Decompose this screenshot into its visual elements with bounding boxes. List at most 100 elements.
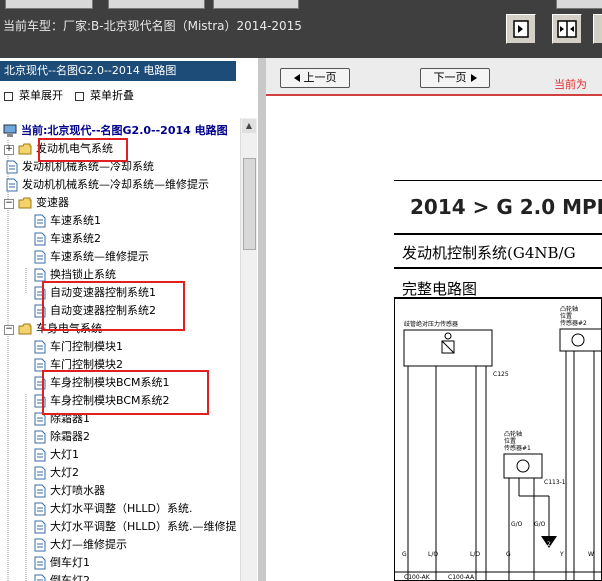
document-icon <box>34 448 46 462</box>
toolbar-tab[interactable] <box>5 0 93 9</box>
tree-item[interactable]: 除霜器2 <box>34 428 90 446</box>
collapse-menu-button[interactable]: 菜单折叠 <box>75 87 134 103</box>
document-icon <box>34 466 46 480</box>
document-icon <box>34 268 46 282</box>
current-page-label: 当前为 <box>554 78 587 91</box>
tree-item-label: 倒车灯1 <box>50 556 90 569</box>
svg-text:位置: 位置 <box>560 312 572 320</box>
connector-label: C125 <box>493 371 509 378</box>
connector-label: C100-AK <box>404 574 431 581</box>
collapse-label: 菜单折叠 <box>90 89 134 102</box>
tree-item-label: 车门控制模块1 <box>50 340 123 353</box>
page-heading: 2014 > G 2.0 MPI <box>410 195 602 219</box>
toolbar-tab[interactable] <box>213 0 299 9</box>
collapse-toggle-icon[interactable]: − <box>4 325 14 335</box>
expand-icon <box>4 91 13 101</box>
tree-item-label: 大灯水平调整（HLLD）系统. <box>50 502 193 515</box>
document-icon <box>34 340 46 354</box>
tree-item-label: 大灯喷水器 <box>50 484 105 497</box>
document-icon <box>34 484 46 498</box>
document-viewer: 上一页 下一页 当前为 2014 > G 2.0 MPI 发动机控制系统(G4N… <box>266 58 602 581</box>
tree-item[interactable]: 大灯水平调整（HLLD）系统. <box>34 500 193 518</box>
scroll-up-icon[interactable]: ▲ <box>242 119 256 133</box>
arrow-right-icon <box>470 74 477 82</box>
document-icon <box>34 538 46 552</box>
tree-item[interactable]: 大灯—维修提示 <box>34 536 127 554</box>
document-icon <box>6 160 18 174</box>
two-page-button[interactable] <box>552 14 582 44</box>
svg-text:W: W <box>588 551 594 558</box>
tree-item[interactable]: 车速系统—维修提示 <box>34 248 149 266</box>
svg-text:G/O: G/O <box>511 521 523 528</box>
document-icon <box>34 250 46 264</box>
tree-item-label: 车速系统2 <box>50 232 101 245</box>
tree-item-label: 车速系统1 <box>50 214 101 227</box>
toolbar-button[interactable] <box>593 14 602 44</box>
collapse-toggle-icon[interactable]: − <box>4 199 14 209</box>
next-page-button[interactable]: 下一页 <box>420 68 490 88</box>
tree-item-label: 倒车灯2 <box>50 574 90 581</box>
current-vehicle-label: 当前车型：厂家:B-北京现代名图（Mistra）2014-2015 <box>3 19 302 33</box>
prev-page-label: 上一页 <box>303 71 337 84</box>
wiring-diagram: 歧管绝对压力传感器 C125 凸轮轴 位置 传感器#2 凸轮轴 位置 传感器#1 <box>394 297 602 581</box>
tree-item-label: 车速系统—维修提示 <box>50 250 149 263</box>
svg-text:凸轮轴: 凸轮轴 <box>504 430 522 438</box>
toolbar-tab[interactable] <box>108 0 205 9</box>
divider <box>394 233 602 235</box>
highlight-box <box>42 370 209 415</box>
tree-item[interactable]: 大灯2 <box>34 464 79 482</box>
document-icon <box>34 214 46 228</box>
tree-item[interactable]: 发动机机械系统—冷却系统—维修提示 <box>6 176 209 194</box>
tree-item-label: 发动机机械系统—冷却系统—维修提示 <box>22 178 209 191</box>
connector-label: C113-1 <box>544 479 566 486</box>
tree-item-label: 除霜器2 <box>50 430 90 443</box>
next-page-label: 下一页 <box>433 71 467 84</box>
highlight-box <box>42 281 185 331</box>
svg-text:L/O: L/O <box>428 551 438 558</box>
tree-item[interactable]: 大灯喷水器 <box>34 482 105 500</box>
panel-title: 北京现代--名图G2.0--2014 电路图 <box>0 61 236 81</box>
sensor-symbol <box>571 333 585 347</box>
tree-item[interactable]: 大灯1 <box>34 446 79 464</box>
tree-item-label: 大灯1 <box>50 448 79 461</box>
svg-text:L/O: L/O <box>470 551 480 558</box>
menu-panel: 北京现代--名图G2.0--2014 电路图 菜单展开 菜单折叠 当前:北京现代… <box>0 58 258 581</box>
folder-icon <box>18 143 32 155</box>
splitter[interactable] <box>258 58 266 581</box>
document-icon <box>34 232 46 246</box>
tree-folder[interactable]: − 变速器 <box>4 194 69 212</box>
document-icon <box>34 502 46 516</box>
tree-item-label: 大灯—维修提示 <box>50 538 127 551</box>
svg-text:传感器#2: 传感器#2 <box>560 319 587 327</box>
tree-item-label: 大灯水平调整（HLLD）系统.—维修提 <box>50 520 237 533</box>
prev-page-button[interactable]: 上一页 <box>280 68 350 88</box>
tree-item[interactable]: 倒车灯1 <box>34 554 90 572</box>
system-title: 发动机控制系统(G4NB/G <box>402 244 576 262</box>
tree-item[interactable]: 倒车灯2 <box>34 572 90 581</box>
document-icon <box>34 520 46 534</box>
tree-item-label: 换挡锁止系统 <box>50 268 116 281</box>
fit-page-button[interactable] <box>506 14 536 44</box>
svg-text:Y: Y <box>559 551 564 558</box>
divider <box>394 180 602 181</box>
top-toolbar: 当前车型：厂家:B-北京现代名图（Mistra）2014-2015 <box>0 0 602 58</box>
connector-label: C100-AA <box>448 574 475 581</box>
tree-scrollbar[interactable]: ▲ <box>240 118 257 581</box>
expand-toggle-icon[interactable]: + <box>4 145 14 155</box>
tree-item[interactable]: 车速系统1 <box>34 212 101 230</box>
arrow-left-icon <box>293 74 300 82</box>
tree-item[interactable]: 大灯水平调整（HLLD）系统.—维修提 <box>34 518 237 536</box>
folder-icon <box>18 197 32 209</box>
folder-icon <box>18 323 32 335</box>
toolbar-tab[interactable] <box>556 0 602 9</box>
highlight-box <box>38 138 128 162</box>
fit-page-icon <box>513 20 529 38</box>
divider <box>394 267 602 269</box>
scroll-thumb[interactable] <box>243 158 256 250</box>
ground-label: 2 <box>547 541 551 548</box>
tree-item[interactable]: 车速系统2 <box>34 230 101 248</box>
sensor-label: 歧管绝对压力传感器 <box>404 320 458 328</box>
expand-menu-button[interactable]: 菜单展开 <box>4 87 63 103</box>
tree-item[interactable]: 车门控制模块1 <box>34 338 123 356</box>
collapse-icon <box>75 91 84 101</box>
